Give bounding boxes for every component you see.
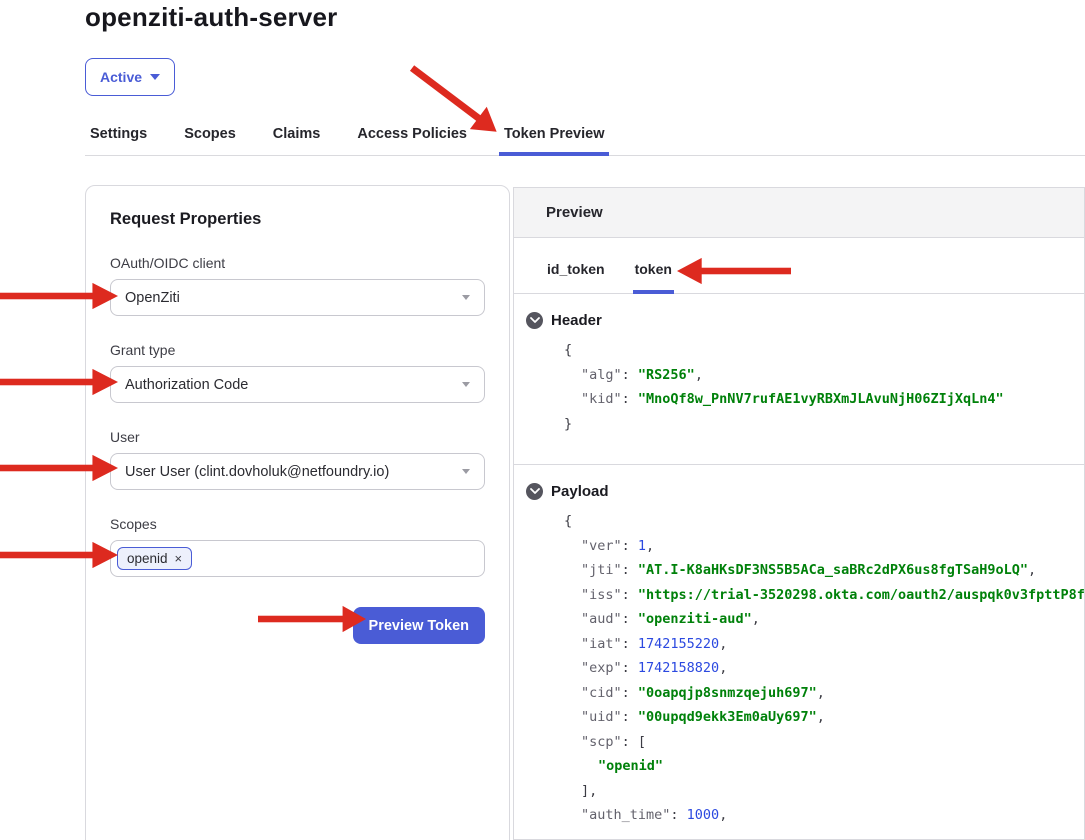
json-code-block: {"alg": "RS256","kid": "MnoQf8w_PnNV7ruf… bbox=[526, 338, 1084, 436]
token-section-header: Header {"alg": "RS256","kid": "MnoQf8w_P… bbox=[514, 294, 1084, 465]
request-properties-form: OAuth/OIDC client OpenZiti Grant type Au… bbox=[110, 255, 485, 577]
main-tab-bar: Settings Scopes Claims Access Policies T… bbox=[85, 120, 1085, 156]
tab-label: Access Policies bbox=[357, 126, 467, 142]
field-label: OAuth/OIDC client bbox=[110, 255, 485, 271]
tab-token-preview[interactable]: Token Preview bbox=[499, 126, 609, 155]
code-line: ], bbox=[526, 779, 1084, 804]
status-dropdown-label: Active bbox=[100, 69, 142, 85]
code-line: "auth_time": 1000, bbox=[526, 803, 1084, 828]
oauth-client-select[interactable]: OpenZiti bbox=[110, 279, 485, 316]
scope-tag: openid × bbox=[117, 547, 192, 570]
grant-type-select[interactable]: Authorization Code bbox=[110, 366, 485, 403]
code-line: "openid" bbox=[526, 754, 1084, 779]
token-content: Header {"alg": "RS256","kid": "MnoQf8w_P… bbox=[514, 294, 1084, 840]
code-line: "kid": "MnoQf8w_PnNV7rufAE1vyRBXmJLAvuNj… bbox=[526, 387, 1084, 412]
preview-panel-header: Preview bbox=[514, 188, 1084, 238]
code-line: "exp": 1742158820, bbox=[526, 656, 1084, 681]
tab-claims[interactable]: Claims bbox=[268, 126, 326, 155]
tab-label: Scopes bbox=[184, 126, 236, 142]
code-line: "aud": "openziti-aud", bbox=[526, 607, 1084, 632]
token-section-header: Header bbox=[526, 312, 1084, 329]
token-preview-page: openziti-auth-server Active Settings Sco… bbox=[0, 0, 1085, 840]
tab-access-policies[interactable]: Access Policies bbox=[352, 126, 472, 155]
page-title: openziti-auth-server bbox=[85, 2, 338, 33]
form-field: Scopes openid × bbox=[110, 516, 485, 577]
caret-down-icon bbox=[462, 469, 470, 474]
caret-down-icon bbox=[150, 74, 160, 80]
tab-label: Settings bbox=[90, 126, 147, 142]
collapse-chevron-icon[interactable] bbox=[526, 483, 543, 500]
request-properties-card: Request Properties OAuth/OIDC client Ope… bbox=[85, 185, 510, 840]
preview-tab-bar: id_token token bbox=[514, 238, 1084, 294]
tab-scopes[interactable]: Scopes bbox=[179, 126, 241, 155]
token-section-header: Payload bbox=[526, 483, 1084, 500]
select-value: OpenZiti bbox=[125, 290, 180, 306]
status-dropdown-button[interactable]: Active bbox=[85, 58, 175, 96]
code-line: { bbox=[526, 509, 1084, 534]
select-value: Authorization Code bbox=[125, 377, 248, 393]
code-line: } bbox=[526, 412, 1084, 437]
code-line: "iss": "https://trial-3520298.okta.com/o… bbox=[526, 583, 1084, 608]
code-line: { bbox=[526, 338, 1084, 363]
remove-tag-icon[interactable]: × bbox=[175, 552, 183, 565]
field-label: Grant type bbox=[110, 342, 485, 358]
code-line: "cid": "0oapqjp8snmzqejuh697", bbox=[526, 681, 1084, 706]
code-line: "jti": "AT.I-K8aHKsDF3NS5B5ACa_saBRc2dPX… bbox=[526, 558, 1084, 583]
code-line: "iat": 1742155220, bbox=[526, 632, 1084, 657]
code-line: "scp": [ bbox=[526, 730, 1084, 755]
tab-label: Claims bbox=[273, 126, 321, 142]
caret-down-icon bbox=[462, 382, 470, 387]
request-properties-heading: Request Properties bbox=[110, 210, 485, 229]
preview-panel: Preview id_token token Header {"alg": "R… bbox=[513, 187, 1085, 840]
form-field: User User User (clint.dovholuk@netfoundr… bbox=[110, 429, 485, 490]
tab-settings[interactable]: Settings bbox=[85, 126, 152, 155]
tab-label: token bbox=[635, 261, 672, 277]
preview-token-button[interactable]: Preview Token bbox=[353, 607, 485, 644]
scopes-input[interactable]: openid × bbox=[110, 540, 485, 577]
code-line: "ver": 1, bbox=[526, 534, 1084, 559]
token-section-payload: Payload {"ver": 1,"jti": "AT.I-K8aHKsDF3… bbox=[514, 465, 1084, 840]
collapse-chevron-icon[interactable] bbox=[526, 312, 543, 329]
field-label: Scopes bbox=[110, 516, 485, 532]
token-section-title: Header bbox=[551, 312, 602, 329]
field-label: User bbox=[110, 429, 485, 445]
caret-down-icon bbox=[462, 295, 470, 300]
token-section-title: Payload bbox=[551, 483, 609, 500]
form-field: Grant type Authorization Code bbox=[110, 342, 485, 403]
code-line: "alg": "RS256", bbox=[526, 363, 1084, 388]
tab-label: id_token bbox=[547, 261, 605, 277]
preview-tab-id-token[interactable]: id_token bbox=[545, 261, 607, 293]
user-select[interactable]: User User (clint.dovholuk@netfoundry.io) bbox=[110, 453, 485, 490]
json-code-block: {"ver": 1,"jti": "AT.I-K8aHKsDF3NS5B5ACa… bbox=[526, 509, 1084, 828]
scope-tag-label: openid bbox=[127, 551, 168, 566]
tab-label: Token Preview bbox=[504, 126, 604, 142]
select-value: User User (clint.dovholuk@netfoundry.io) bbox=[125, 464, 389, 480]
preview-tab-token[interactable]: token bbox=[633, 261, 674, 293]
form-field: OAuth/OIDC client OpenZiti bbox=[110, 255, 485, 316]
preview-panel-title: Preview bbox=[546, 204, 603, 221]
code-line: "uid": "00upqd9ekk3Em0aUy697", bbox=[526, 705, 1084, 730]
